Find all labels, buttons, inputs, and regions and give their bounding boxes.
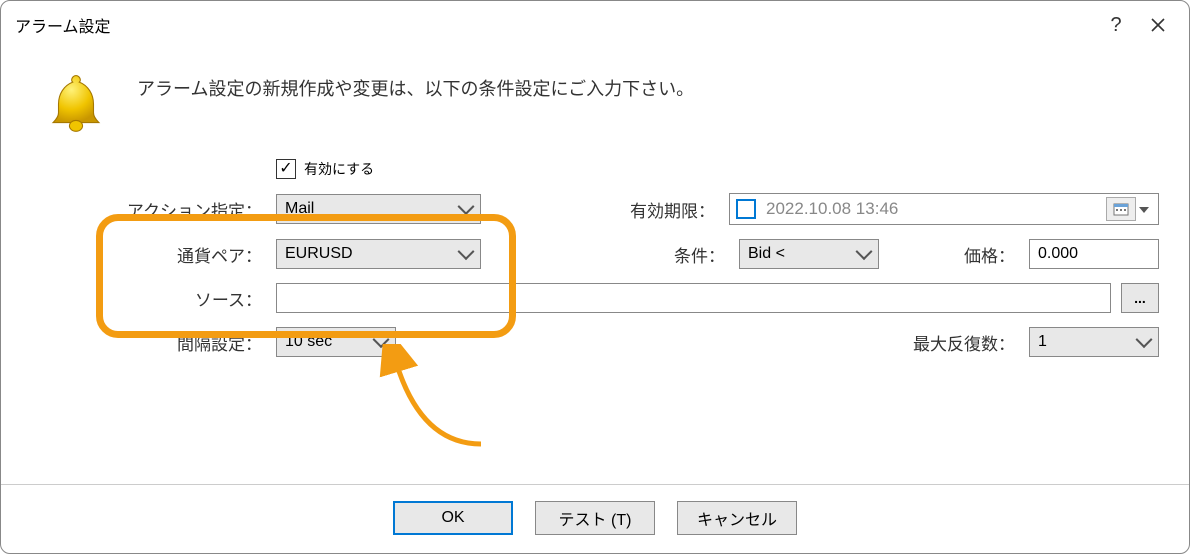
expiration-label: 有効期限： [609, 197, 719, 222]
calendar-icon [1113, 202, 1129, 216]
max-iterations-label: 最大反復数： [889, 330, 1019, 355]
form-area: ✓ 有効にする アクション指定： Mail 有効期限： 2022.10.08 1… [111, 159, 1159, 357]
close-icon [1150, 17, 1166, 33]
price-label: 価格： [949, 242, 1019, 267]
calendar-button[interactable] [1106, 197, 1136, 221]
dialog-body: アラーム設定の新規作成や変更は、以下の条件設定にご入力下さい。 ✓ 有効にする … [1, 49, 1189, 484]
bell-icon [41, 69, 111, 139]
condition-label: 条件： [619, 242, 729, 267]
browse-button[interactable]: ... [1121, 283, 1159, 313]
intro-text: アラーム設定の新規作成や変更は、以下の条件設定にご入力下さい。 [137, 69, 694, 101]
action-label: アクション指定： [111, 197, 266, 222]
expiration-enable-checkbox[interactable] [736, 199, 756, 219]
expiration-input[interactable]: 2022.10.08 13:46 [729, 193, 1159, 225]
close-button[interactable] [1141, 11, 1175, 39]
condition-select[interactable]: Bid < [739, 239, 879, 269]
arrow-annotation [311, 344, 491, 454]
cancel-button[interactable]: キャンセル [677, 501, 797, 535]
button-bar: OK テスト (T) キャンセル [1, 484, 1189, 553]
help-button[interactable]: ? [1099, 11, 1133, 39]
max-iterations-select[interactable]: 1 [1029, 327, 1159, 357]
source-input[interactable] [276, 283, 1111, 313]
enable-label: 有効にする [304, 159, 374, 179]
action-select[interactable]: Mail [276, 194, 481, 224]
checkbox-icon: ✓ [276, 159, 296, 179]
test-button[interactable]: テスト (T) [535, 501, 655, 535]
interval-label: 間隔設定： [111, 330, 266, 355]
price-input[interactable]: 0.000 [1029, 239, 1159, 269]
alarm-settings-dialog: アラーム設定 ? アラーム設 [0, 0, 1190, 554]
pair-select[interactable]: EURUSD [276, 239, 481, 269]
pair-label: 通貨ペア： [111, 242, 266, 267]
ok-button[interactable]: OK [393, 501, 513, 535]
expiration-value: 2022.10.08 13:46 [766, 199, 1096, 219]
dialog-title: アラーム設定 [15, 13, 1091, 37]
source-label: ソース： [111, 286, 266, 311]
interval-select[interactable]: 10 sec [276, 327, 396, 357]
enable-checkbox[interactable]: ✓ 有効にする [276, 159, 374, 179]
titlebar: アラーム設定 ? [1, 1, 1189, 49]
